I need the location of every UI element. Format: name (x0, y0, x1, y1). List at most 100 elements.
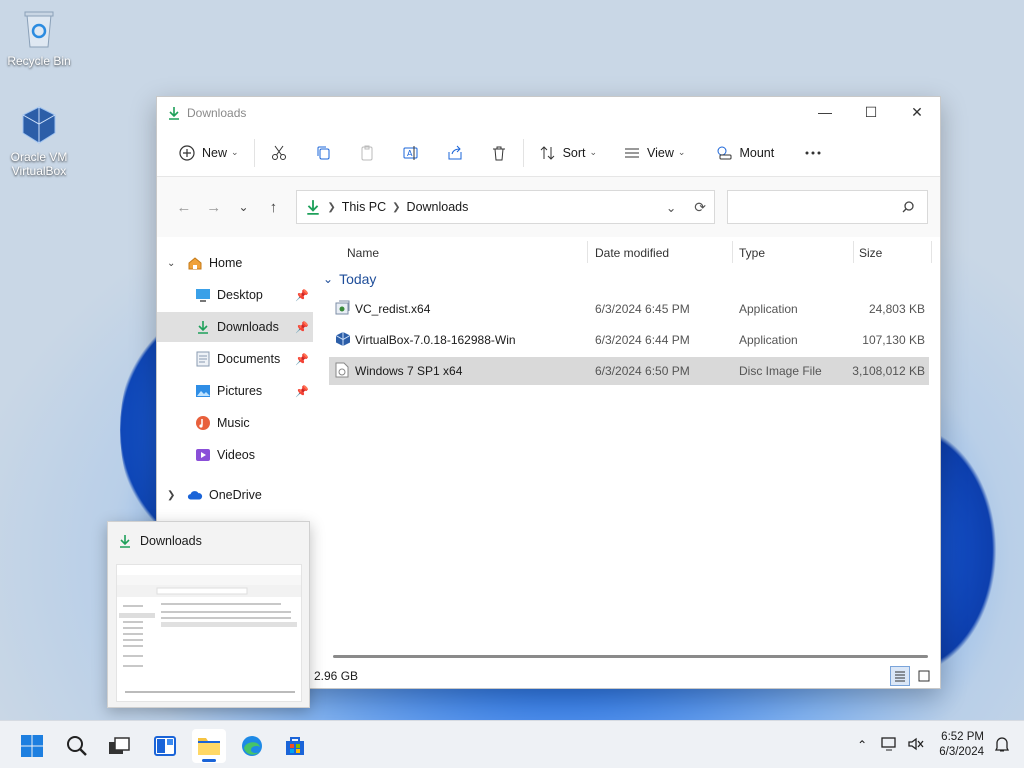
documents-icon (195, 351, 211, 367)
network-icon[interactable] (881, 736, 899, 755)
nav-item-label: Desktop (217, 288, 263, 302)
breadcrumb-this-pc[interactable]: This PC (342, 200, 386, 214)
taskbar-thumbnail-preview[interactable]: Downloads (107, 521, 310, 708)
disc-image-icon (335, 362, 349, 381)
nav-item-label: Pictures (217, 384, 263, 398)
title-bar[interactable]: Downloads — ☐ ✕ (157, 97, 940, 129)
download-icon (169, 107, 179, 120)
maximize-button[interactable]: ☐ (848, 97, 894, 127)
pictures-icon (195, 383, 211, 399)
address-bar[interactable]: ❯ This PC ❯ Downloads ⌄ ⟳ (296, 190, 716, 224)
nav-pictures[interactable]: Pictures 📌 (157, 376, 313, 406)
nav-item-label: Music (217, 416, 250, 430)
share-button[interactable] (439, 137, 471, 169)
system-tray: ⌃ 6:52 PM 6/3/2024 (857, 721, 1024, 768)
search-button[interactable] (60, 729, 94, 763)
file-row-selected[interactable]: Windows 7 SP1 x64 6/3/2024 6:50 PM Disc … (329, 357, 929, 385)
recent-locations-button[interactable]: ⌄ (229, 192, 259, 222)
chevron-down-icon: ⌄ (167, 257, 176, 269)
column-header-size[interactable]: Size (859, 241, 882, 265)
mount-button[interactable]: Mount (708, 137, 781, 169)
view-button[interactable]: View ⌄ (616, 137, 692, 169)
copy-button[interactable] (307, 137, 339, 169)
horizontal-scrollbar[interactable] (333, 655, 928, 658)
forward-button[interactable]: → (199, 192, 229, 222)
notification-bell-icon[interactable] (994, 735, 1010, 756)
delete-button[interactable] (483, 137, 515, 169)
up-button[interactable]: ↑ (258, 192, 288, 222)
paste-button[interactable] (351, 137, 383, 169)
cut-button[interactable] (263, 137, 295, 169)
view-label: View (647, 145, 674, 160)
start-button[interactable] (15, 729, 49, 763)
nav-documents[interactable]: Documents 📌 (157, 344, 313, 374)
show-hidden-icons-button[interactable]: ⌃ (857, 738, 867, 752)
plus-circle-icon (179, 144, 195, 161)
share-icon (448, 145, 462, 159)
scissors-icon (271, 145, 286, 160)
desktop-icon-label: Recycle Bin (7, 54, 71, 68)
download-icon (120, 535, 130, 548)
store-bag-icon (286, 737, 304, 755)
nav-home-label: Home (209, 256, 243, 270)
details-view-icon (895, 671, 905, 682)
widgets-button[interactable] (148, 729, 182, 763)
file-name: VC_redist.x64 (355, 302, 431, 316)
new-button[interactable]: New ⌄ (171, 137, 246, 169)
column-divider[interactable] (853, 241, 854, 263)
task-view-button[interactable] (102, 729, 136, 763)
details-view-button[interactable] (890, 666, 910, 686)
trash-icon (492, 146, 505, 160)
nav-downloads[interactable]: Downloads 📌 (157, 312, 313, 342)
thumbnail-title-text: Downloads (140, 534, 202, 548)
toolbar-divider (253, 138, 255, 167)
breadcrumb-downloads[interactable]: Downloads (407, 200, 469, 214)
column-header-date[interactable]: Date modified (595, 241, 669, 265)
group-header-today[interactable]: ⌄ Today (323, 271, 376, 287)
search-box[interactable] (727, 190, 928, 224)
chevron-down-icon: ⌄ (677, 147, 686, 157)
chevron-right-icon: ❯ (392, 201, 401, 213)
chevron-down-icon[interactable]: ⌄ (666, 200, 676, 215)
column-header-name[interactable]: Name (347, 241, 379, 265)
nav-home[interactable]: ⌄ Home (157, 248, 313, 278)
store-button[interactable] (278, 729, 312, 763)
minimize-button[interactable]: — (802, 97, 848, 127)
refresh-icon[interactable]: ⟳ (694, 199, 706, 216)
window-title: Downloads (187, 106, 247, 120)
svg-text:A: A (407, 149, 413, 158)
tiles-view-button[interactable] (914, 666, 934, 686)
desktop-icon-virtualbox[interactable]: Oracle VM VirtualBox (4, 104, 74, 178)
copy-icon (317, 146, 330, 159)
sort-button[interactable]: Sort ⌄ (532, 137, 604, 169)
edge-button[interactable] (235, 729, 269, 763)
status-text: 2.96 GB (314, 669, 359, 683)
column-divider[interactable] (732, 241, 733, 263)
column-divider[interactable] (931, 241, 932, 263)
column-header-type[interactable]: Type (739, 241, 765, 265)
nav-music[interactable]: Music (157, 408, 313, 438)
back-button[interactable]: ← (169, 192, 199, 222)
desktop-icon-recycle-bin[interactable]: Recycle Bin (4, 8, 74, 68)
nav-onedrive[interactable]: ❯ OneDrive (157, 480, 313, 510)
file-type: Application (739, 302, 798, 316)
toolbar-divider (522, 138, 524, 167)
nav-item-label: Documents (217, 352, 281, 366)
volume-muted-icon[interactable] (907, 736, 925, 755)
mount-label: Mount (739, 145, 775, 160)
folder-icon (198, 738, 220, 755)
clock[interactable]: 6:52 PM 6/3/2024 (939, 730, 984, 760)
file-row[interactable]: VC_redist.x64 6/3/2024 6:45 PM Applicati… (329, 295, 929, 323)
desktop-icon-label: Oracle VM VirtualBox (10, 150, 68, 178)
chevron-right-icon: ❯ (167, 489, 176, 501)
column-divider[interactable] (587, 241, 588, 263)
more-options-button[interactable] (797, 137, 829, 169)
file-explorer-taskbar-button[interactable] (192, 729, 226, 763)
file-row[interactable]: VirtualBox-7.0.18-162988-Win 6/3/2024 6:… (329, 326, 929, 354)
nav-videos[interactable]: Videos (157, 440, 313, 470)
rename-button[interactable]: A (395, 137, 427, 169)
nav-item-label: Videos (217, 448, 255, 462)
nav-desktop[interactable]: Desktop 📌 (157, 280, 313, 310)
chevron-right-icon: ❯ (327, 201, 336, 213)
close-button[interactable]: ✕ (894, 97, 940, 127)
